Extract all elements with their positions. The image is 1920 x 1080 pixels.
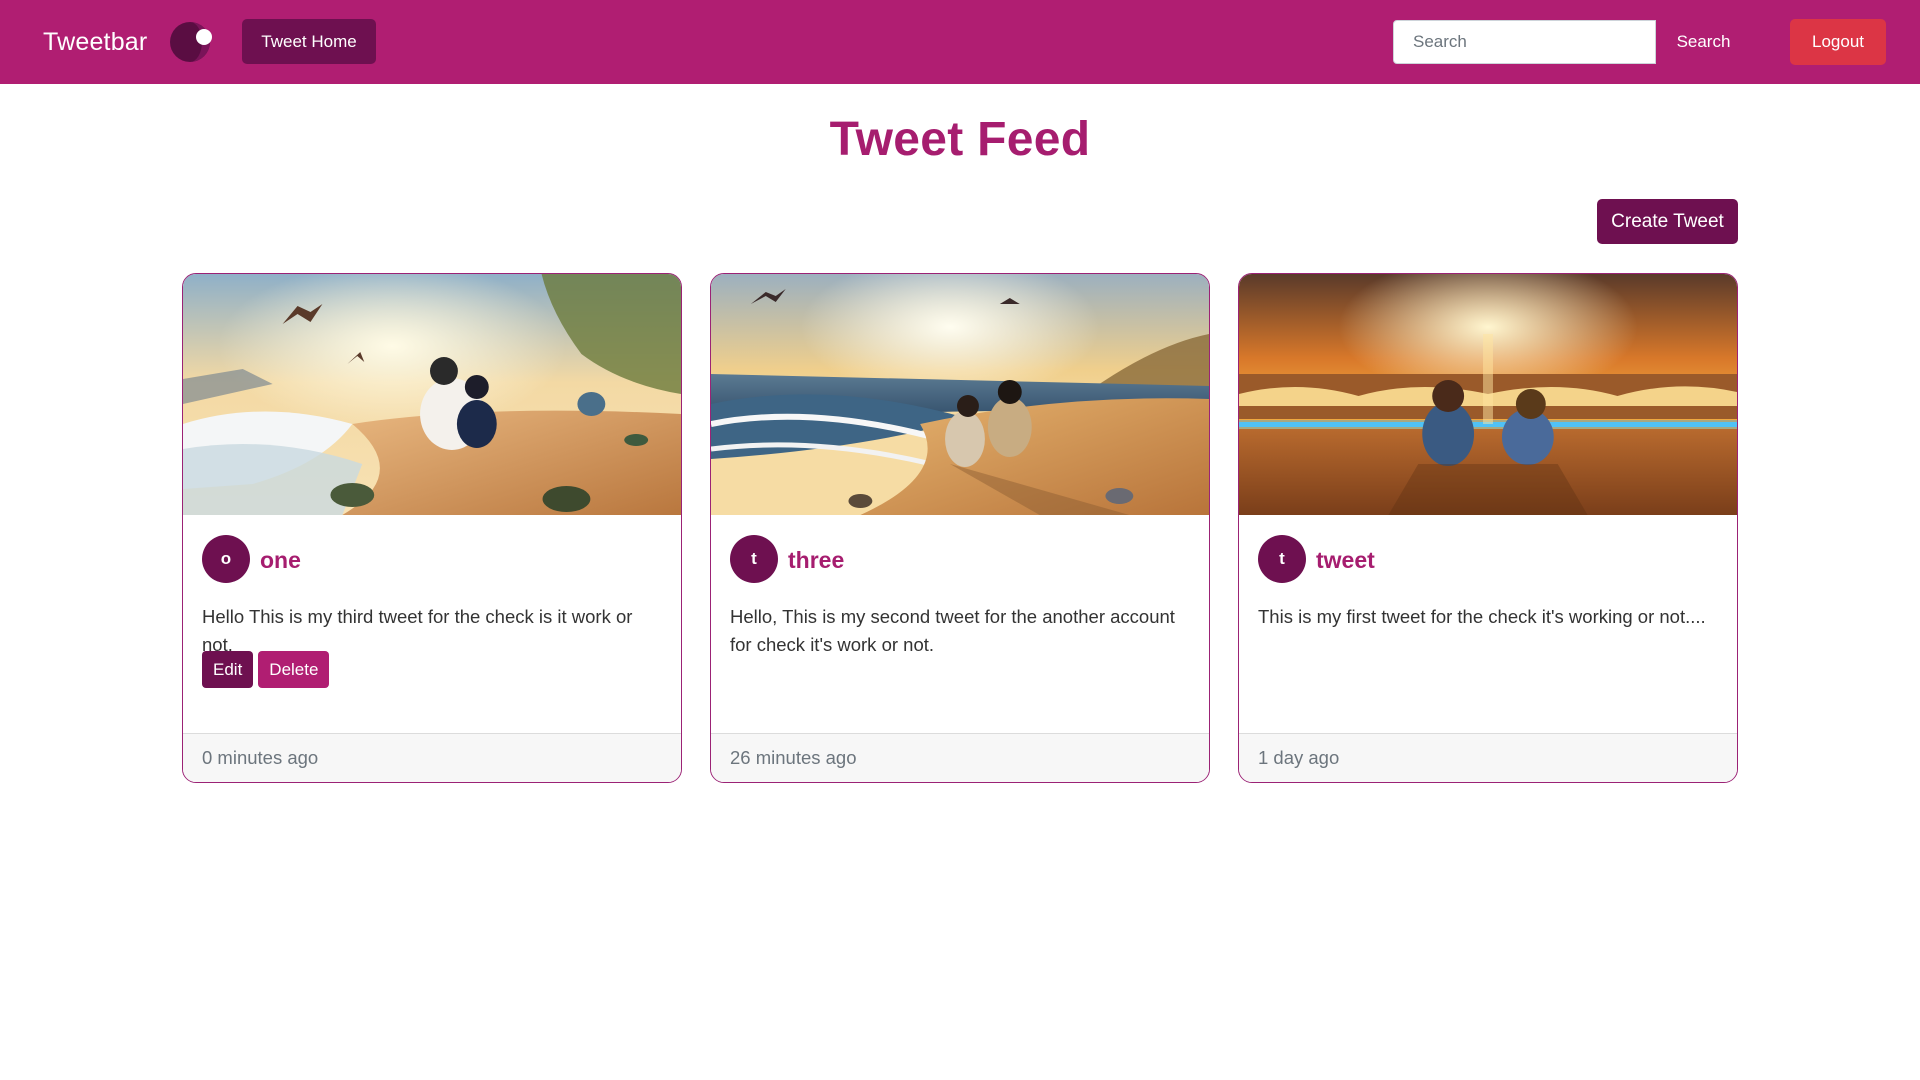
tweet-username[interactable]: three: [788, 547, 844, 574]
tweet-card-body: t tweet This is my first tweet for the c…: [1239, 515, 1737, 707]
page-title: Tweet Feed: [829, 113, 1091, 166]
tweet-card: t three Hello, This is my second tweet f…: [710, 273, 1210, 783]
tweet-card: o one Hello This is my third tweet for t…: [182, 273, 682, 783]
tweet-text: Hello, This is my second tweet for the a…: [730, 606, 1175, 655]
tweet-username[interactable]: one: [260, 547, 301, 574]
tweet-timestamp: 0 minutes ago: [183, 733, 681, 782]
avatar: o: [202, 535, 250, 583]
logout-button[interactable]: Logout: [1790, 19, 1886, 65]
tweet-card-body: o one Hello This is my third tweet for t…: [183, 515, 681, 707]
avatar: t: [730, 535, 778, 583]
tweet-home-button[interactable]: Tweet Home: [242, 19, 376, 64]
search-input[interactable]: [1393, 20, 1656, 64]
tweet-card-body: t three Hello, This is my second tweet f…: [711, 515, 1209, 707]
avatar: t: [1258, 535, 1306, 583]
tweet-image: [711, 274, 1209, 515]
tweet-text: This is my first tweet for the check it'…: [1258, 606, 1706, 627]
delete-button[interactable]: Delete: [258, 651, 330, 688]
tweet-actions: Edit Delete: [202, 651, 330, 688]
tweet-timestamp: 1 day ago: [1239, 733, 1737, 782]
theme-toggle-icon[interactable]: [168, 20, 216, 64]
tweet-image: [1239, 274, 1737, 515]
tweet-card: t tweet This is my first tweet for the c…: [1238, 273, 1738, 783]
search-button[interactable]: Search: [1656, 20, 1751, 64]
edit-button[interactable]: Edit: [202, 651, 254, 688]
tweet-timestamp: 26 minutes ago: [711, 733, 1209, 782]
create-tweet-button[interactable]: Create Tweet: [1597, 199, 1738, 244]
brand-logo[interactable]: Tweetbar: [43, 28, 147, 57]
tweet-image: [183, 274, 681, 515]
navbar: Tweetbar Tweet Home Search Logout: [0, 0, 1920, 84]
tweet-username[interactable]: tweet: [1316, 547, 1375, 574]
